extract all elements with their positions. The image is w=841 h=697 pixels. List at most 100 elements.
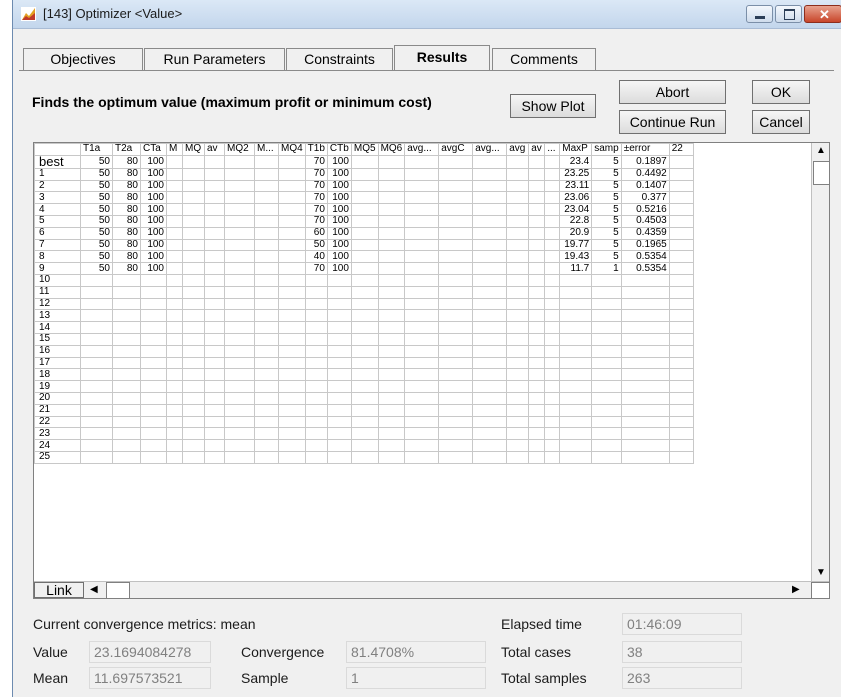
grid-cell[interactable]: [140, 415, 167, 429]
grid-cell[interactable]: [438, 439, 474, 452]
grid-cell[interactable]: 80: [112, 191, 141, 205]
grid-cell[interactable]: [278, 262, 306, 275]
grid-cell[interactable]: [204, 415, 225, 429]
grid-cell[interactable]: [254, 309, 279, 323]
grid-cell[interactable]: [528, 238, 546, 252]
grid-cell[interactable]: [140, 380, 167, 393]
grid-cell[interactable]: [80, 332, 113, 346]
continue-run-button[interactable]: Continue Run: [619, 110, 726, 134]
grid-cell[interactable]: [528, 368, 546, 382]
grid-cell[interactable]: [304, 344, 328, 358]
grid-cell[interactable]: [112, 297, 141, 311]
grid-cell[interactable]: [544, 191, 561, 205]
grid-cell[interactable]: 5: [591, 203, 622, 216]
row-header[interactable]: 9: [34, 262, 81, 275]
grid-cell[interactable]: 23.11: [559, 179, 593, 193]
grid-cell[interactable]: [166, 309, 183, 323]
scroll-down-icon[interactable]: ▼: [816, 567, 826, 578]
column-header[interactable]: MQ5: [350, 143, 379, 156]
grid-cell[interactable]: [506, 250, 530, 264]
grid-cell[interactable]: 80: [112, 250, 141, 264]
grid-cell[interactable]: [377, 203, 406, 216]
grid-cell[interactable]: 50: [80, 167, 113, 181]
grid-cell[interactable]: [506, 297, 530, 311]
grid-cell[interactable]: [620, 415, 670, 429]
grid-cell[interactable]: 100: [326, 203, 352, 216]
column-header[interactable]: T1b: [304, 143, 328, 156]
grid-cell[interactable]: [544, 391, 561, 405]
grid-cell[interactable]: [506, 321, 530, 334]
grid-cell[interactable]: [224, 262, 255, 275]
grid-cell[interactable]: [182, 439, 205, 452]
grid-cell[interactable]: [559, 391, 593, 405]
grid-cell[interactable]: [438, 179, 474, 193]
grid-cell[interactable]: [544, 238, 561, 252]
grid-cell[interactable]: [438, 450, 474, 464]
grid-cell[interactable]: [350, 344, 379, 358]
grid-cell[interactable]: 100: [140, 154, 167, 169]
grid-cell[interactable]: [404, 285, 440, 299]
grid-cell[interactable]: [224, 344, 255, 358]
grid-cell[interactable]: [472, 167, 508, 181]
grid-cell[interactable]: [544, 344, 561, 358]
grid-cell[interactable]: [404, 344, 440, 358]
row-header[interactable]: 17: [34, 356, 81, 370]
table-row[interactable]: 17: [34, 356, 694, 370]
grid-cell[interactable]: [278, 356, 306, 370]
grid-cell[interactable]: [438, 297, 474, 311]
grid-cell[interactable]: [620, 368, 670, 382]
grid-cell[interactable]: [591, 321, 622, 334]
grid-cell[interactable]: [304, 403, 328, 417]
grid-cell[interactable]: [544, 214, 561, 228]
grid-cell[interactable]: [278, 427, 306, 441]
grid-cell[interactable]: [112, 356, 141, 370]
grid-cell[interactable]: [506, 439, 530, 452]
table-row[interactable]: 15: [34, 332, 694, 346]
grid-cell[interactable]: [528, 297, 546, 311]
grid-cell[interactable]: [559, 285, 593, 299]
grid-cell[interactable]: [350, 403, 379, 417]
grid-cell[interactable]: 70: [304, 262, 328, 275]
grid-cell[interactable]: 5: [591, 179, 622, 193]
grid-cell[interactable]: [140, 450, 167, 464]
maximize-button[interactable]: [775, 5, 802, 23]
scroll-up-icon[interactable]: ▲: [816, 145, 826, 156]
grid-cell[interactable]: [668, 439, 694, 452]
grid-cell[interactable]: [80, 368, 113, 382]
grid-cell[interactable]: 100: [326, 262, 352, 275]
grid-cell[interactable]: [377, 191, 406, 205]
grid-cell[interactable]: [377, 154, 406, 169]
grid-cell[interactable]: 5: [591, 167, 622, 181]
grid-cell[interactable]: [591, 380, 622, 393]
grid-cell[interactable]: [254, 332, 279, 346]
grid-cell[interactable]: [166, 226, 183, 240]
grid-cell[interactable]: 80: [112, 154, 141, 169]
row-header[interactable]: 25: [34, 450, 81, 464]
grid-cell[interactable]: [591, 450, 622, 464]
grid-cell[interactable]: [620, 285, 670, 299]
grid-cell[interactable]: [204, 344, 225, 358]
row-header[interactable]: 18: [34, 368, 81, 382]
grid-cell[interactable]: [544, 321, 561, 334]
column-header[interactable]: T1a: [80, 143, 113, 156]
grid-cell[interactable]: [544, 285, 561, 299]
grid-cell[interactable]: [544, 167, 561, 181]
grid-cell[interactable]: [559, 297, 593, 311]
grid-cell[interactable]: [166, 380, 183, 393]
grid-cell[interactable]: [350, 154, 379, 169]
grid-cell[interactable]: [472, 297, 508, 311]
table-row[interactable]: 8 50 80 100 40 100 19.43 5 0.5354: [34, 250, 694, 264]
grid-cell[interactable]: [506, 167, 530, 181]
grid-cell[interactable]: [204, 391, 225, 405]
grid-cell[interactable]: 80: [112, 203, 141, 216]
grid-cell[interactable]: [528, 403, 546, 417]
column-header[interactable]: [34, 143, 81, 156]
grid-cell[interactable]: [140, 332, 167, 346]
grid-cell[interactable]: [472, 344, 508, 358]
row-header[interactable]: 3: [34, 191, 81, 205]
grid-cell[interactable]: 100: [326, 154, 352, 169]
grid-cell[interactable]: 100: [140, 238, 167, 252]
grid-cell[interactable]: [438, 309, 474, 323]
grid-cell[interactable]: [404, 332, 440, 346]
grid-cell[interactable]: [668, 285, 694, 299]
